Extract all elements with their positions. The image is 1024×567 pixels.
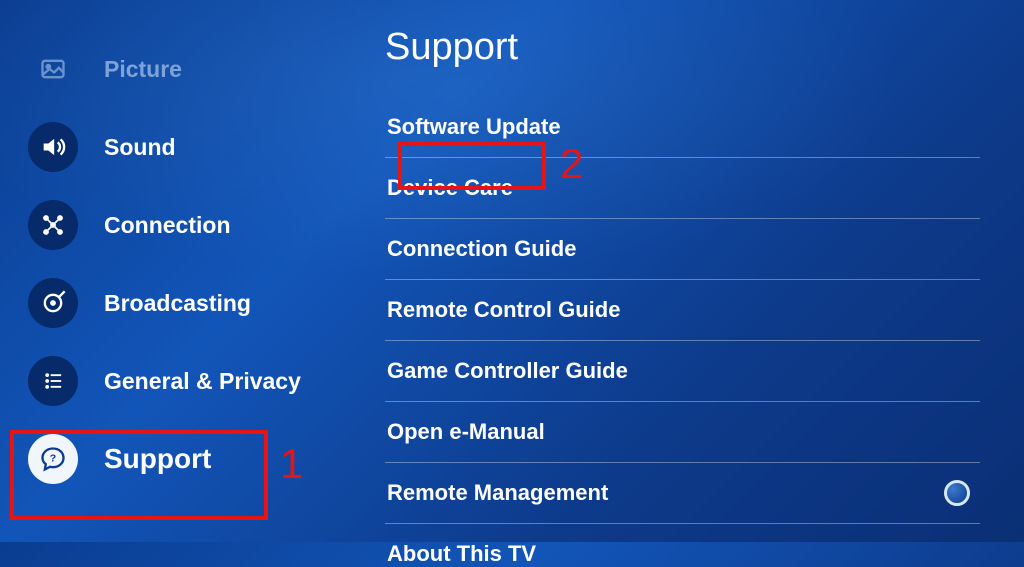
menu-item-open-e-manual[interactable]: Open e-Manual (385, 402, 980, 463)
menu-item-software-update[interactable]: Software Update (385, 97, 980, 158)
sidebar-item-label: Connection (104, 212, 231, 239)
broadcasting-icon (28, 278, 78, 328)
menu-item-label: About This TV (387, 541, 536, 567)
menu-item-game-controller-guide[interactable]: Game Controller Guide (385, 341, 980, 402)
sound-icon (28, 122, 78, 172)
page-title: Support (385, 26, 980, 69)
sidebar-item-label: General & Privacy (104, 368, 301, 395)
radio-indicator-icon (944, 480, 970, 506)
sidebar-item-broadcasting[interactable]: Broadcasting (28, 264, 345, 342)
sidebar-item-label: Broadcasting (104, 290, 251, 317)
menu-item-remote-control-guide[interactable]: Remote Control Guide (385, 280, 980, 341)
sidebar-item-label: Picture (104, 56, 182, 83)
menu-item-connection-guide[interactable]: Connection Guide (385, 219, 980, 280)
support-icon: ? (28, 434, 78, 484)
connection-icon (28, 200, 78, 250)
menu-item-label: Open e-Manual (387, 419, 545, 445)
annotation-number-2: 2 (560, 140, 583, 188)
sidebar-item-label: Support (104, 443, 211, 475)
sidebar-item-picture[interactable]: Picture (28, 30, 345, 108)
menu-item-label: Software Update (387, 114, 561, 140)
sidebar-item-label: Sound (104, 134, 176, 161)
support-menu-list: Software Update Device Care Connection G… (385, 97, 980, 567)
svg-text:?: ? (50, 452, 56, 464)
main-panel: Support Software Update Device Care Conn… (345, 0, 1024, 542)
menu-item-remote-management[interactable]: Remote Management (385, 463, 980, 524)
menu-item-label: Remote Management (387, 480, 608, 506)
menu-item-label: Remote Control Guide (387, 297, 620, 323)
menu-item-label: Device Care (387, 175, 513, 201)
general-privacy-icon (28, 356, 78, 406)
menu-item-label: Game Controller Guide (387, 358, 628, 384)
sidebar-item-connection[interactable]: Connection (28, 186, 345, 264)
menu-item-device-care[interactable]: Device Care (385, 158, 980, 219)
menu-item-about-this-tv[interactable]: About This TV (385, 524, 980, 567)
sidebar-item-general-privacy[interactable]: General & Privacy (28, 342, 345, 420)
annotation-number-1: 1 (280, 440, 303, 488)
picture-icon (28, 44, 78, 94)
menu-item-label: Connection Guide (387, 236, 576, 262)
sidebar-item-sound[interactable]: Sound (28, 108, 345, 186)
